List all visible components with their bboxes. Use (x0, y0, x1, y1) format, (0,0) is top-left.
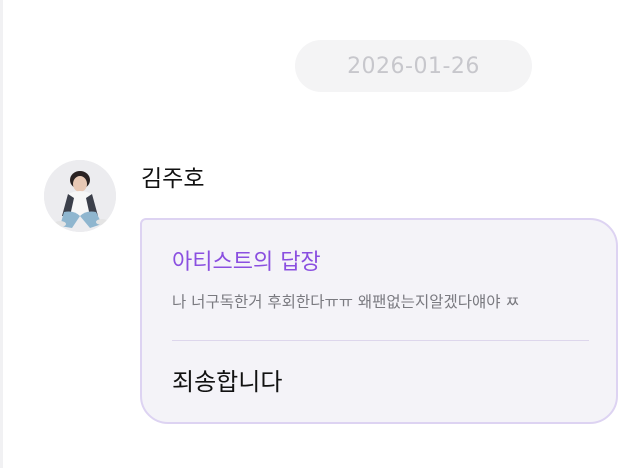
artist-reply-card[interactable]: 아티스트의 답장 나 너구독한거 후회한다ㅠㅠ 왜팬없는지알겠다얘야 ㅉ 죄송합… (140, 218, 618, 424)
artist-reply-text: 죄송합니다 (172, 368, 283, 396)
sender-name: 김주호 (141, 166, 205, 192)
date-separator: 2026-01-26 (295, 40, 532, 92)
sender-avatar[interactable] (44, 160, 116, 232)
reply-divider (172, 340, 589, 341)
avatar-photo-icon (44, 160, 116, 232)
left-border (0, 0, 3, 468)
chat-screen: 2026-01-26 김주호 아티스트의 답장 나 너구독한거 후회한다ㅠㅠ 왜… (0, 0, 639, 468)
quoted-fan-message: 나 너구독한거 후회한다ㅠㅠ 왜팬없는지알겠다얘야 ㅉ (172, 293, 520, 311)
reply-card-title: 아티스트의 답장 (172, 250, 321, 275)
